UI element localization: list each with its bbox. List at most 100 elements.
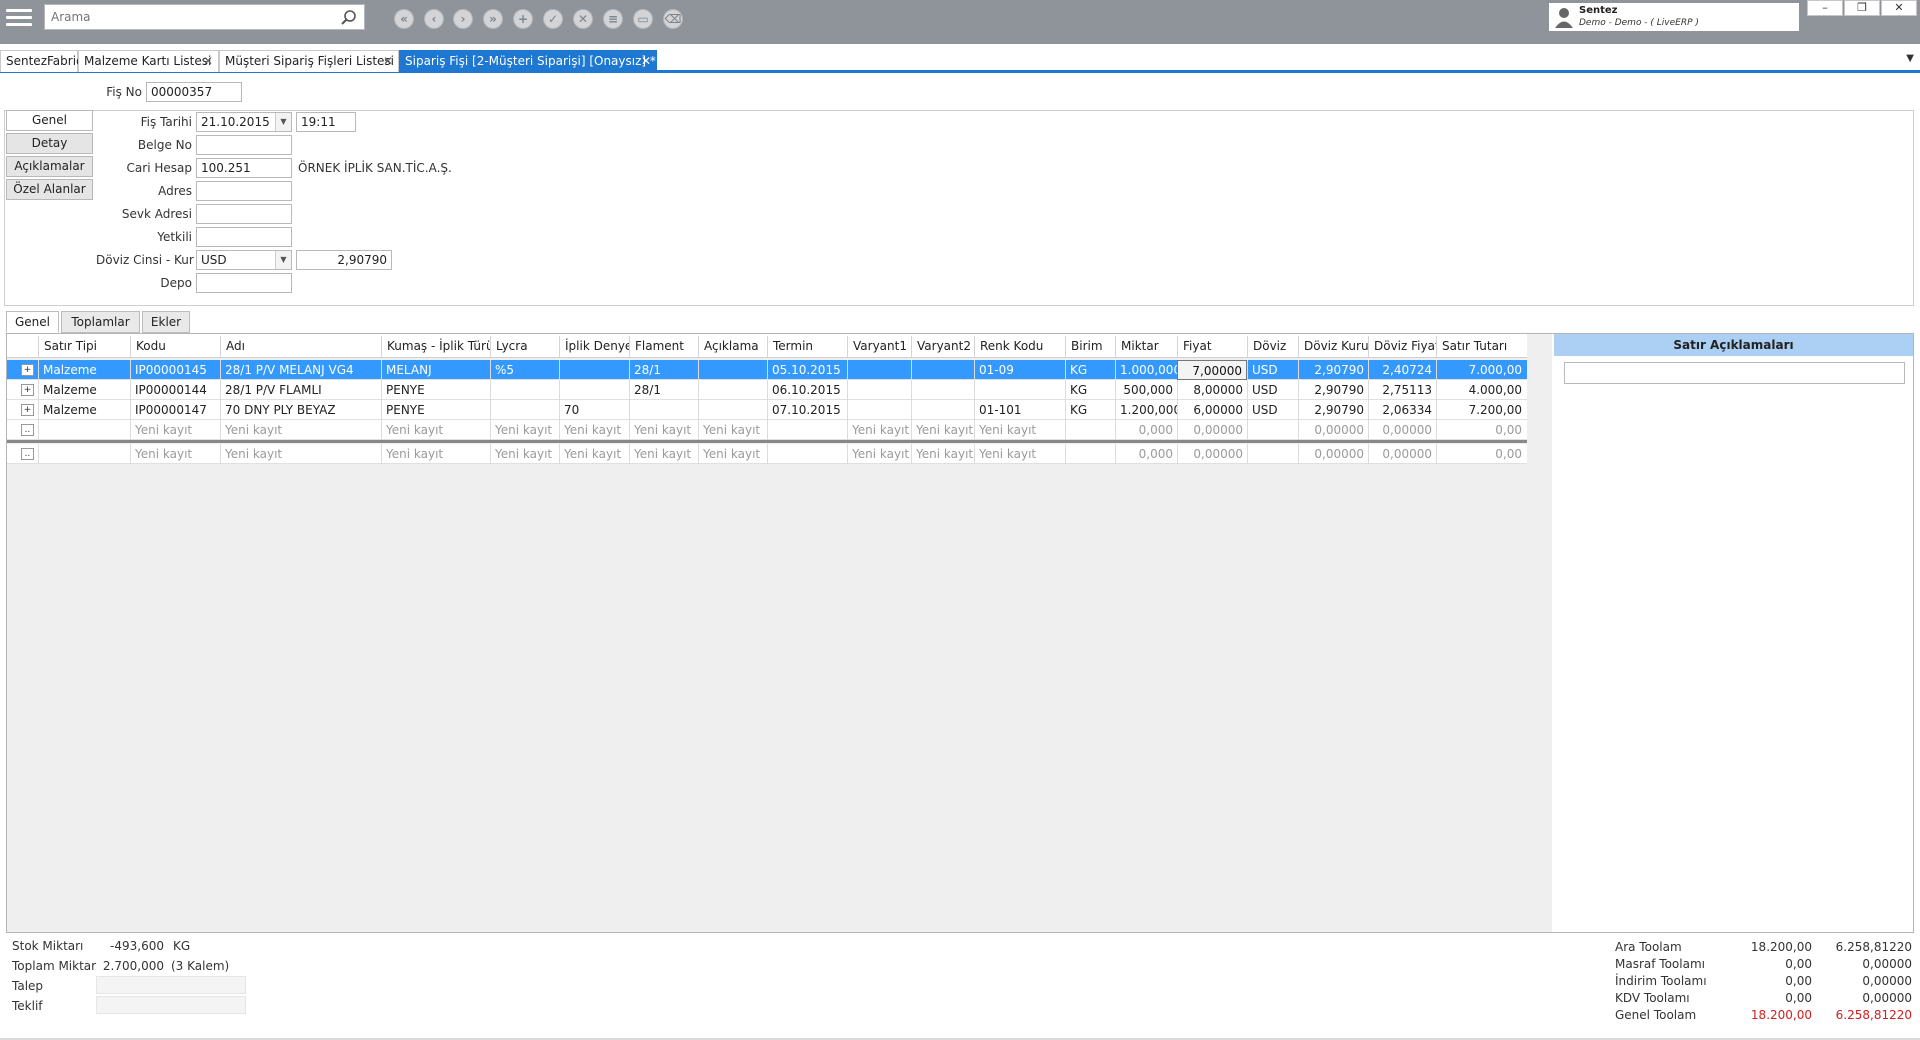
cell-doviz[interactable]: USD bbox=[1247, 360, 1298, 380]
cell-birim[interactable]: KG bbox=[1065, 400, 1115, 420]
fis-tarihi-field[interactable]: 21.10.2015 ▼ bbox=[196, 112, 292, 132]
cell-kumas-iplik-turu[interactable]: PENYE bbox=[381, 400, 490, 420]
cell-varyant1[interactable]: Yeni kayıt bbox=[847, 420, 911, 440]
cell-flament[interactable]: Yeni kayıt bbox=[629, 444, 698, 464]
cell-kumas-iplik-turu[interactable]: Yeni kayıt bbox=[381, 444, 490, 464]
restore-button[interactable]: ❐ bbox=[1844, 0, 1880, 16]
cell-kodu[interactable]: IP00000147 bbox=[130, 400, 220, 420]
card-icon[interactable]: ▭ bbox=[633, 9, 653, 29]
cancel-icon[interactable]: ✕ bbox=[573, 9, 593, 29]
cell-termin[interactable] bbox=[767, 420, 847, 440]
cell-adi[interactable]: 28/1 P/V MELANJ VG4 bbox=[220, 360, 381, 380]
cell-miktar[interactable]: 0,000 bbox=[1115, 420, 1177, 440]
row-notes-input[interactable] bbox=[1564, 362, 1905, 384]
tab-musteri-siparis-fisleri-listesi[interactable]: Müşteri Sipariş Fişleri Listesi ✕ bbox=[219, 50, 399, 72]
close-window-button[interactable]: ✕ bbox=[1881, 0, 1917, 16]
cell-varyant1[interactable] bbox=[847, 380, 911, 400]
cell-lycra[interactable]: Yeni kayıt bbox=[490, 420, 559, 440]
column-header-kodu[interactable]: Kodu bbox=[130, 336, 220, 357]
close-tab-icon[interactable]: ✕ bbox=[383, 51, 393, 71]
cell-aciklama[interactable]: Yeni kayıt bbox=[698, 444, 767, 464]
cell-satir-tipi[interactable] bbox=[38, 420, 130, 440]
search-icon[interactable] bbox=[340, 9, 358, 27]
cell-varyant2[interactable] bbox=[911, 360, 974, 380]
cell-lycra[interactable] bbox=[490, 400, 559, 420]
column-header-adi[interactable]: Adı bbox=[220, 336, 381, 357]
column-header-varyant2[interactable]: Varyant2 bbox=[911, 336, 974, 357]
cell-fiyat[interactable]: 8,00000 bbox=[1177, 380, 1247, 400]
cell-doviz-fiyat[interactable]: 0,00000 bbox=[1368, 420, 1436, 440]
expand-row-icon[interactable]: + bbox=[21, 384, 34, 396]
cell-doviz-fiyat[interactable]: 2,40724 bbox=[1368, 360, 1436, 380]
table-row[interactable]: .. Yeni kayıt Yeni kayıt Yeni kayıt Yeni kay… bbox=[7, 420, 1527, 440]
cell-doviz-fiyat[interactable]: 2,06334 bbox=[1368, 400, 1436, 420]
cell-varyant1[interactable]: Yeni kayıt bbox=[847, 444, 911, 464]
cell-birim[interactable]: KG bbox=[1065, 380, 1115, 400]
yetkili-field[interactable] bbox=[196, 227, 292, 247]
cell-doviz-kuru[interactable]: 2,90790 bbox=[1298, 380, 1368, 400]
cell-miktar[interactable]: 500,000 bbox=[1115, 380, 1177, 400]
user-box[interactable]: Sentez Demo - Demo - ( LiveERP ) bbox=[1549, 3, 1799, 31]
column-header-satir-tutari[interactable]: Satır Tutarı bbox=[1436, 336, 1526, 357]
cell-doviz[interactable] bbox=[1247, 420, 1298, 440]
belge-no-field[interactable] bbox=[196, 135, 292, 155]
menu-icon[interactable] bbox=[6, 5, 32, 31]
side-tab-detay[interactable]: Detay bbox=[6, 133, 93, 154]
cell-kumas-iplik-turu[interactable]: Yeni kayıt bbox=[381, 420, 490, 440]
cell-aciklama[interactable]: Yeni kayıt bbox=[698, 420, 767, 440]
cell-varyant2[interactable]: Yeni kayıt bbox=[911, 420, 974, 440]
column-header-miktar[interactable]: Miktar bbox=[1115, 336, 1177, 357]
cell-termin[interactable]: 06.10.2015 bbox=[767, 380, 847, 400]
cell-iplik-denye[interactable]: Yeni kayıt bbox=[559, 444, 629, 464]
cell-doviz-fiyat[interactable]: 2,75113 bbox=[1368, 380, 1436, 400]
cell-adi[interactable]: 28/1 P/V FLAMLI bbox=[220, 380, 381, 400]
side-tab-ozel-alanlar[interactable]: Özel Alanlar bbox=[6, 179, 93, 200]
chevron-down-icon[interactable]: ▼ bbox=[275, 113, 291, 131]
expand-row-icon[interactable]: .. bbox=[21, 424, 34, 436]
column-header-aciklama[interactable]: Açıklama bbox=[698, 336, 767, 357]
side-tab-aciklamalar[interactable]: Açıklamalar bbox=[6, 156, 93, 177]
close-tab-icon[interactable]: ✕ bbox=[203, 51, 213, 71]
cell-miktar[interactable]: 1.000,000 bbox=[1115, 360, 1177, 380]
cell-renk-kodu[interactable]: 01-09 bbox=[974, 360, 1065, 380]
cell-varyant2[interactable] bbox=[911, 400, 974, 420]
doviz-field[interactable]: USD ▼ bbox=[196, 250, 292, 270]
cell-miktar[interactable]: 0,000 bbox=[1115, 444, 1177, 464]
column-header-varyant1[interactable]: Varyant1 bbox=[847, 336, 911, 357]
save-check-icon[interactable]: ✓ bbox=[543, 9, 563, 29]
cell-doviz-kuru[interactable]: 2,90790 bbox=[1298, 400, 1368, 420]
cell-satir-tutari[interactable]: 4.000,00 bbox=[1436, 380, 1526, 400]
tab-sentezfabric[interactable]: SentezFabric bbox=[0, 50, 83, 72]
column-header-renk-kodu[interactable]: Renk Kodu bbox=[974, 336, 1065, 357]
chevron-down-icon[interactable]: ▼ bbox=[275, 251, 291, 269]
cell-flament[interactable]: Yeni kayıt bbox=[629, 420, 698, 440]
table-row[interactable]: .. Yeni kayıt Yeni kayıt Yeni kayıt Yeni kay… bbox=[7, 444, 1527, 464]
column-header-kumas-iplik-turu[interactable]: Kumaş - İplik Türü bbox=[381, 336, 490, 357]
cell-varyant2[interactable] bbox=[911, 380, 974, 400]
kur-field[interactable]: 2,90790 bbox=[296, 250, 392, 270]
cell-satir-tutari[interactable]: 7.000,00 bbox=[1436, 360, 1526, 380]
tab-toplamlar[interactable]: Toplamlar bbox=[61, 311, 140, 333]
cell-flament[interactable] bbox=[629, 400, 698, 420]
cell-renk-kodu[interactable]: 01-101 bbox=[974, 400, 1065, 420]
cell-doviz-kuru[interactable]: 0,00000 bbox=[1298, 444, 1368, 464]
minimize-button[interactable]: – bbox=[1807, 0, 1843, 16]
tab-ekler[interactable]: Ekler bbox=[142, 311, 190, 333]
column-header-lycra[interactable]: Lycra bbox=[490, 336, 559, 357]
search-box[interactable] bbox=[44, 4, 365, 30]
cell-lycra[interactable]: %5 bbox=[490, 360, 559, 380]
cell-kodu[interactable]: Yeni kayıt bbox=[130, 444, 220, 464]
column-header-doviz-fiyat[interactable]: Döviz Fiyat bbox=[1368, 336, 1436, 357]
cell-renk-kodu[interactable] bbox=[974, 380, 1065, 400]
cell-doviz[interactable] bbox=[1247, 444, 1298, 464]
delete-icon[interactable]: ⌫ bbox=[663, 9, 683, 29]
expand-row-icon[interactable]: + bbox=[21, 364, 34, 376]
cell-kodu[interactable]: IP00000145 bbox=[130, 360, 220, 380]
cell-fiyat[interactable]: 6,00000 bbox=[1177, 400, 1247, 420]
list-icon[interactable]: ≡ bbox=[603, 9, 623, 29]
adres-field[interactable] bbox=[196, 181, 292, 201]
cell-aciklama[interactable] bbox=[698, 380, 767, 400]
add-icon[interactable]: + bbox=[513, 9, 533, 29]
sevk-adresi-field[interactable] bbox=[196, 204, 292, 224]
cell-renk-kodu[interactable]: Yeni kayıt bbox=[974, 444, 1065, 464]
